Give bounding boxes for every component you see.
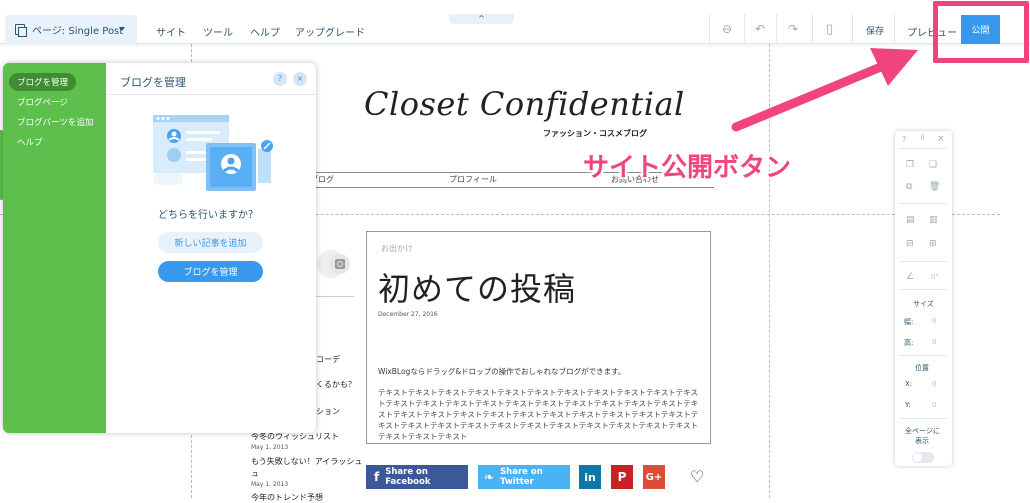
annotation-label: サイト公開ボタン	[583, 153, 792, 183]
annotation-arrow-icon	[731, 48, 918, 132]
publish-highlight-box	[933, 1, 1029, 63]
